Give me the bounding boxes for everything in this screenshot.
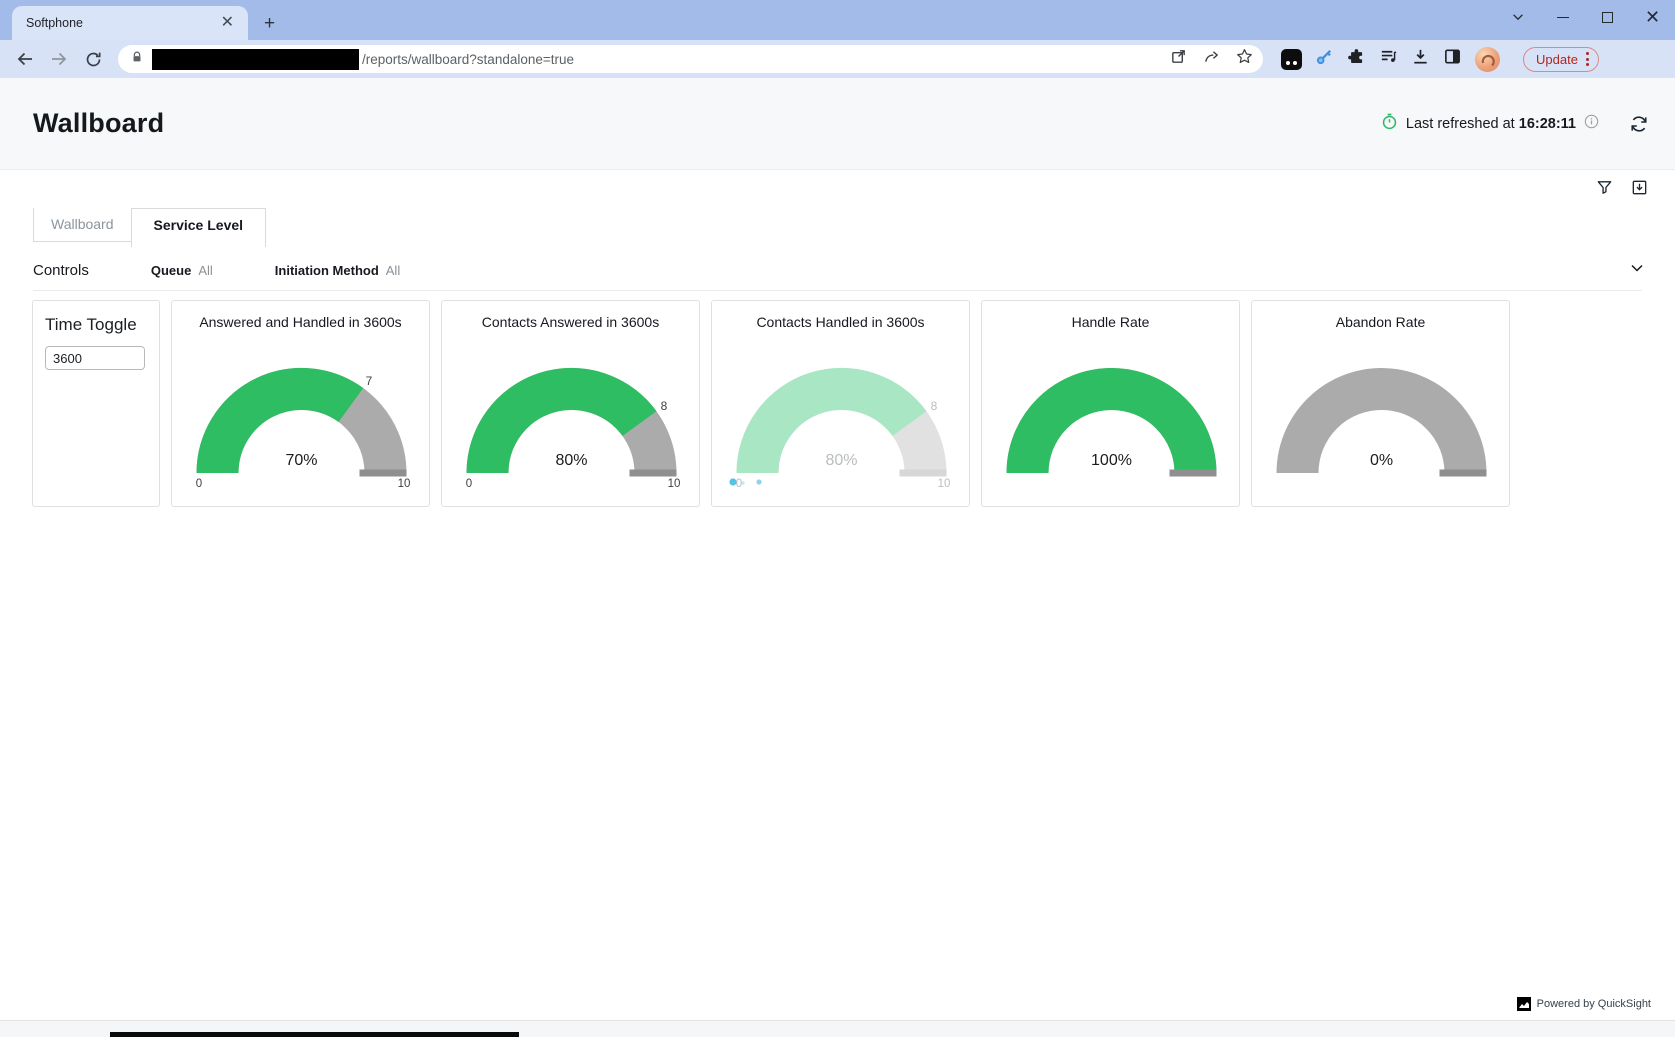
update-label: Update	[1536, 52, 1578, 67]
extension-dots-icon[interactable]	[1281, 49, 1302, 70]
extensions-row: Update	[1281, 47, 1599, 72]
share-icon[interactable]	[1203, 48, 1220, 70]
new-tab-button[interactable]: +	[258, 13, 281, 35]
key-icon[interactable]	[1315, 47, 1334, 71]
gauge-chart: 80% 0 10 8	[712, 301, 971, 508]
open-in-new-icon[interactable]	[1170, 48, 1187, 70]
maximize-icon[interactable]	[1585, 0, 1630, 34]
svg-text:7: 7	[366, 374, 373, 388]
gauge-chart: 70% 0 10 7	[172, 301, 431, 508]
sheet-tabs: Wallboard Service Level	[33, 170, 1675, 247]
browser-menu-kebab-icon[interactable]	[1586, 52, 1589, 66]
controls-title: Controls	[33, 262, 89, 279]
page-header: Wallboard Last refreshed at 16:28:11	[0, 78, 1675, 170]
info-icon[interactable]	[1584, 114, 1599, 134]
gauge-chart: 80% 0 10 8	[442, 301, 701, 508]
gauge-title: Answered and Handled in 3600s	[172, 314, 429, 330]
redacted-url-host	[152, 49, 359, 70]
gauge-title: Contacts Answered in 3600s	[442, 314, 699, 330]
url-text: /reports/wallboard?standalone=true	[362, 52, 1162, 67]
filter-initiation-method[interactable]: Initiation Method All	[275, 263, 400, 278]
svg-text:70%: 70%	[285, 452, 317, 469]
close-icon[interactable]: ✕	[1630, 0, 1675, 34]
svg-text:0: 0	[466, 478, 472, 490]
back-icon[interactable]	[10, 44, 40, 74]
last-refreshed-time: 16:28:11	[1519, 116, 1576, 132]
time-toggle-card: Time Toggle	[32, 300, 160, 507]
playlist-icon[interactable]	[1379, 47, 1398, 71]
gauge-title: Contacts Handled in 3600s	[712, 314, 969, 330]
bottom-strip	[0, 1020, 1675, 1037]
gauge-chart: 100%	[982, 301, 1241, 508]
tab-close-icon[interactable]: ✕	[217, 14, 238, 32]
controls-divider	[33, 290, 1642, 291]
dashboard-sheet: Wallboard Service Level Controls Queue A…	[0, 170, 1675, 1020]
cards-row: Time Toggle Answered and Handled in 3600…	[32, 300, 1675, 507]
svg-text:8: 8	[661, 399, 668, 413]
last-refreshed-text: Last refreshed at 16:28:11	[1406, 116, 1576, 132]
profile-avatar[interactable]	[1475, 47, 1500, 72]
refresh-icon[interactable]	[1629, 114, 1649, 134]
svg-text:0: 0	[736, 478, 742, 490]
gauge-card[interactable]: Abandon Rate 0%	[1251, 300, 1510, 507]
minimize-icon[interactable]	[1540, 0, 1585, 34]
timer-icon	[1381, 113, 1398, 135]
svg-text:100%: 100%	[1091, 452, 1132, 469]
gauge-card[interactable]: Contacts Handled in 3600s 80% 0 10 8	[711, 300, 970, 507]
update-button[interactable]: Update	[1523, 47, 1599, 72]
address-bar[interactable]: /reports/wallboard?standalone=true	[118, 45, 1263, 73]
browser-toolbar: /reports/wallboard?standalone=true	[0, 40, 1675, 78]
powered-by-text: Powered by QuickSight	[1537, 998, 1651, 1010]
gauge-card[interactable]: Answered and Handled in 3600s 70% 0 10 7	[171, 300, 430, 507]
tab-search-chevron-icon[interactable]	[1495, 0, 1540, 34]
quicksight-logo-icon	[1517, 997, 1531, 1011]
chevron-down-icon[interactable]	[1629, 260, 1645, 281]
export-download-icon[interactable]	[1630, 178, 1649, 202]
browser-tab-title: Softphone	[26, 16, 217, 30]
browser-tab[interactable]: Softphone ✕	[12, 6, 248, 40]
gauge-card[interactable]: Handle Rate 100%	[981, 300, 1240, 507]
svg-text:80%: 80%	[555, 452, 587, 469]
svg-text:0%: 0%	[1370, 452, 1393, 469]
svg-text:8: 8	[931, 399, 938, 413]
window-controls: ✕	[1495, 0, 1675, 34]
gauge-title: Handle Rate	[982, 314, 1239, 330]
redaction-bar	[110, 1032, 519, 1037]
tab-service-level[interactable]: Service Level	[131, 208, 267, 247]
forward-icon[interactable]	[44, 44, 74, 74]
svg-text:0: 0	[196, 478, 202, 490]
controls-bar: Controls Queue All Initiation Method All	[33, 260, 1645, 281]
gauge-chart: 0%	[1252, 301, 1511, 508]
bookmark-star-icon[interactable]	[1236, 48, 1253, 70]
browser-tab-strip: Softphone ✕ + ✕	[0, 0, 1675, 40]
download-icon[interactable]	[1411, 47, 1430, 71]
filter-funnel-icon[interactable]	[1595, 178, 1614, 202]
svg-text:80%: 80%	[825, 452, 857, 469]
powered-by[interactable]: Powered by QuickSight	[1517, 997, 1651, 1011]
side-panel-icon[interactable]	[1443, 47, 1462, 71]
time-toggle-title: Time Toggle	[45, 315, 147, 335]
page-title: Wallboard	[33, 108, 164, 139]
tab-wallboard[interactable]: Wallboard	[33, 208, 131, 242]
reload-icon[interactable]	[78, 44, 108, 74]
svg-text:10: 10	[938, 478, 951, 490]
filter-queue[interactable]: Queue All	[151, 263, 213, 278]
lock-icon[interactable]	[130, 50, 144, 69]
svg-text:10: 10	[398, 478, 411, 490]
gauge-card[interactable]: Contacts Answered in 3600s 80% 0 10 8	[441, 300, 700, 507]
time-toggle-input[interactable]	[45, 346, 145, 370]
puzzle-icon[interactable]	[1347, 47, 1366, 71]
gauge-title: Abandon Rate	[1252, 314, 1509, 330]
svg-text:10: 10	[668, 478, 681, 490]
